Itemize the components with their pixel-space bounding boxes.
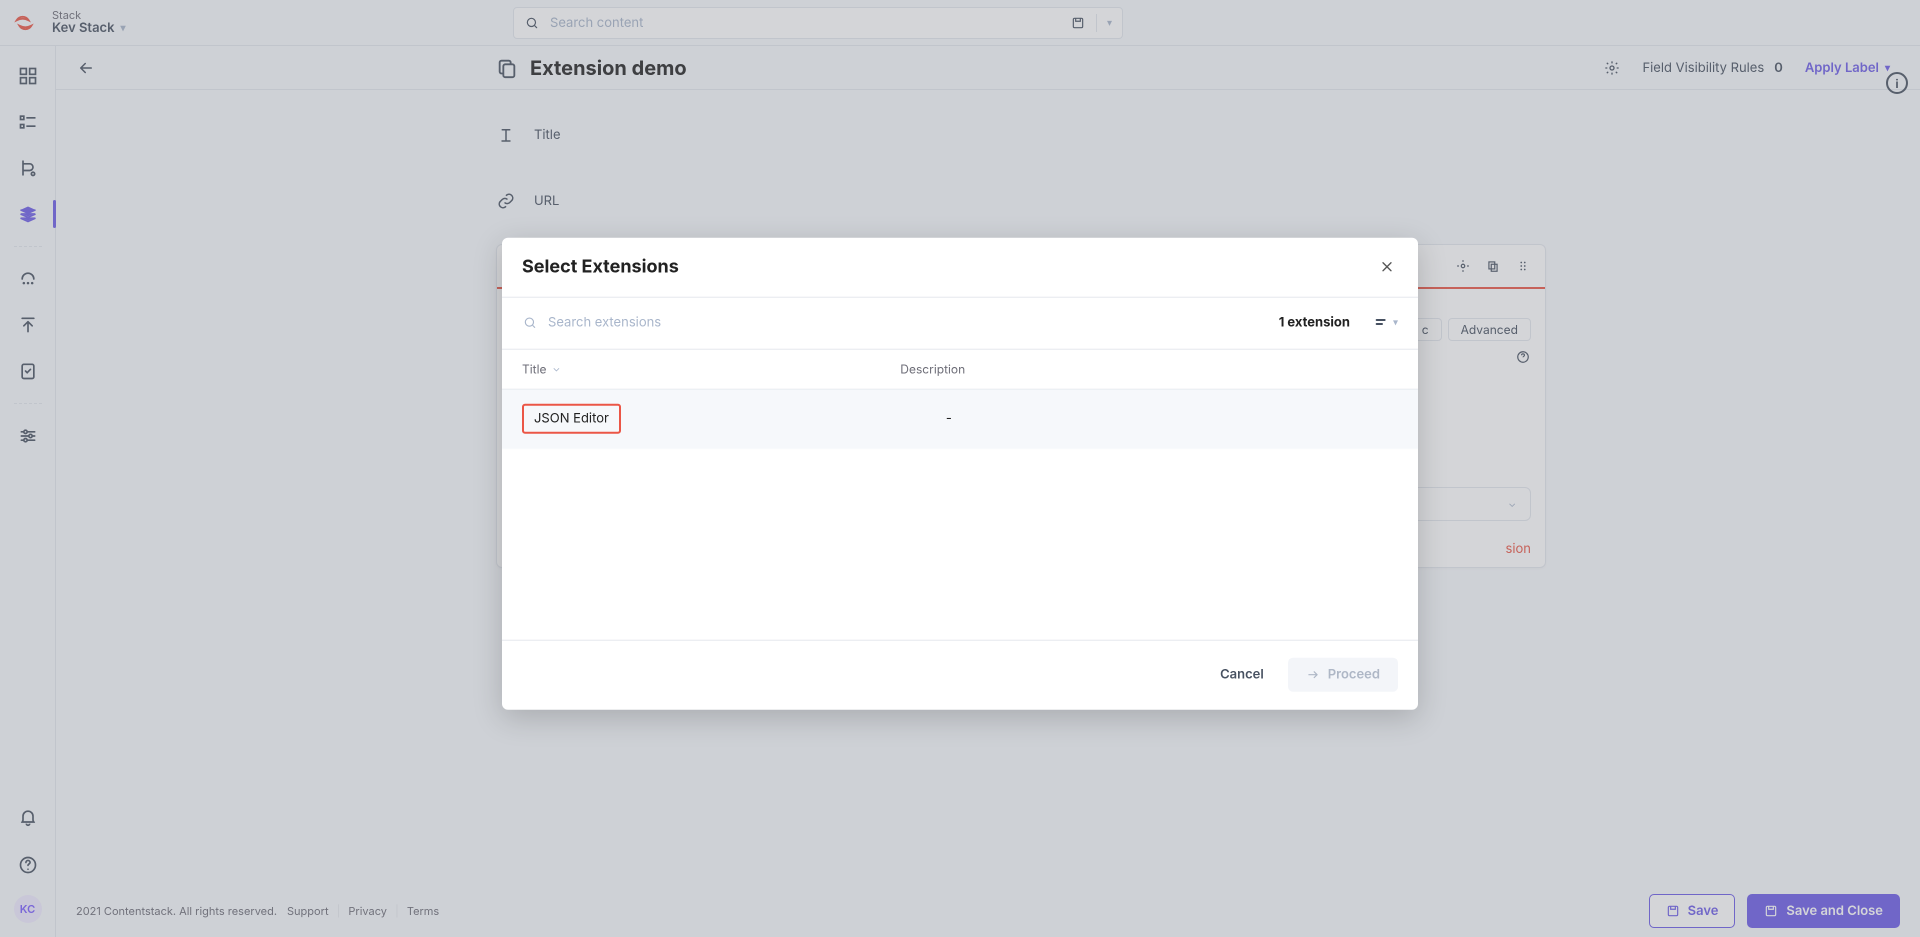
extension-count: 1 extension xyxy=(1279,315,1350,331)
extension-row[interactable]: JSON Editor - xyxy=(502,389,1418,449)
close-icon[interactable] xyxy=(1376,256,1398,278)
extension-row-desc: - xyxy=(946,411,952,427)
modal-body: JSON Editor - xyxy=(502,389,1418,639)
modal-header: Select Extensions xyxy=(502,237,1418,297)
modal-column-headers: Title ⌄ Description xyxy=(502,349,1418,389)
extension-row-title: JSON Editor xyxy=(522,404,621,434)
proceed-button[interactable]: Proceed xyxy=(1288,658,1398,692)
proceed-label: Proceed xyxy=(1328,667,1380,683)
modal-footer: Cancel Proceed xyxy=(502,639,1418,709)
col-title-label: Title xyxy=(522,361,546,376)
col-title[interactable]: Title ⌄ xyxy=(522,361,560,376)
select-extensions-modal: Select Extensions Search extensions 1 ex… xyxy=(502,237,1418,709)
search-icon xyxy=(522,315,538,331)
modal-title: Select Extensions xyxy=(522,256,679,277)
sort-toggle[interactable]: ▾ xyxy=(1374,315,1398,331)
col-description-label: Description xyxy=(900,361,965,376)
chevron-down-icon: ⌄ xyxy=(552,363,560,375)
modal-search-input[interactable]: Search extensions xyxy=(548,315,1269,331)
cancel-button[interactable]: Cancel xyxy=(1220,667,1264,683)
modal-search-row: Search extensions 1 extension ▾ xyxy=(502,297,1418,349)
arrow-right-icon xyxy=(1306,668,1320,682)
